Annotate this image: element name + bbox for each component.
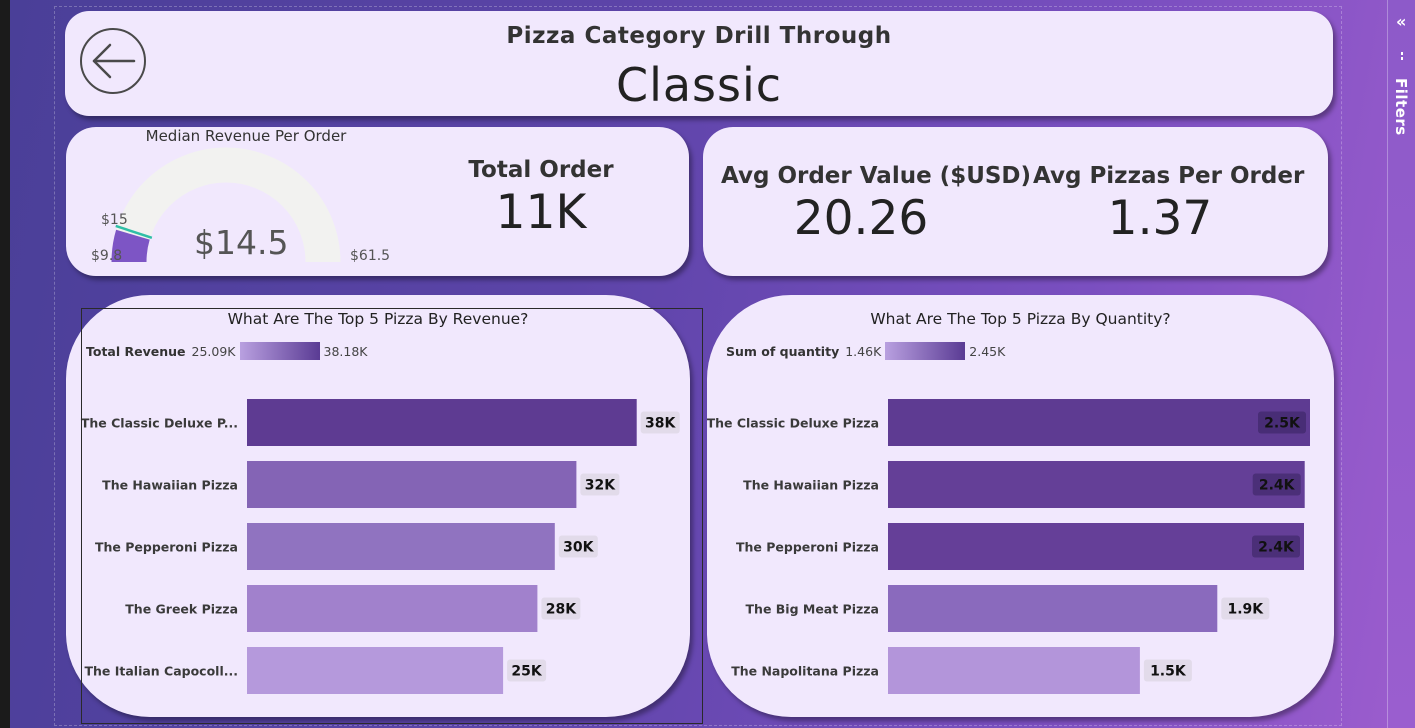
page-title: Classic [615,58,783,112]
kpi-avg-order-value-value: 20.26 [793,191,929,246]
filters-label[interactable]: Filters [1392,78,1410,136]
header-card: Pizza Category Drill Through Classic [65,11,1333,116]
data-label: 32K [585,478,616,494]
data-label: 25K [511,664,542,680]
quantity-bar-chart[interactable]: The Classic Deluxe Pizza 2.5K The Hawaiian… [707,295,1334,717]
bar-5[interactable] [888,647,1140,694]
category-label: The Hawaiian Pizza [102,478,238,493]
data-label: 2.5K [1264,416,1301,432]
kpi-avg-pizzas-label: Avg Pizzas Per Order [1033,163,1305,189]
left-edge-strip [0,0,10,728]
kpi-avg-pizzas: Avg Pizzas Per Order 1.37 [1033,163,1305,246]
gauge-target-label: $15 [101,212,128,228]
data-label: 38K [645,416,676,432]
bar-4[interactable] [247,585,538,632]
kpi-total-order-value: 11K [495,185,587,240]
bar-4[interactable] [888,585,1218,632]
data-label: 30K [563,540,594,556]
data-label: 1.9K [1227,602,1264,618]
bar-1[interactable] [888,399,1310,446]
category-label: The Big Meat Pizza [746,602,879,617]
data-label: 2.4K [1258,540,1295,556]
gauge-min-label: $9.8 [91,248,123,264]
gauge-value: $14.5 [194,223,289,262]
data-label: 2.4K [1259,478,1296,494]
filters-pane[interactable]: « Filters [1387,0,1415,728]
bar-2[interactable] [247,461,577,508]
category-label: The Pepperoni Pizza [95,540,238,555]
category-label: The Italian Capocoll... [84,664,238,679]
kpi-total-order-label: Total Order [468,157,614,183]
category-label: The Hawaiian Pizza [743,478,879,493]
data-label: 1.5K [1150,664,1187,680]
bar-2[interactable] [888,461,1305,508]
bar-3[interactable] [247,523,555,570]
kpi-avg-order-value-label: Avg Order Value ($USD) [721,163,1032,189]
gauge-max-label: $61.5 [350,248,391,264]
bar-3[interactable] [888,523,1304,570]
kpi-avg-order-value: Avg Order Value ($USD) 20.26 [721,163,1032,246]
category-label: The Greek Pizza [125,602,238,617]
bar-1[interactable] [247,399,637,446]
chevron-double-left-icon[interactable]: « [1396,14,1406,30]
category-label: The Classic Deluxe P... [81,416,238,431]
category-label: The Classic Deluxe Pizza [707,416,879,431]
kpi-card-averages: Avg Order Value ($USD) 20.26 Avg Pizzas … [703,127,1328,276]
report-canvas: Pizza Category Drill Through Classic Med… [10,0,1387,728]
gauge-fill [111,229,150,263]
category-label: The Pepperoni Pizza [736,540,879,555]
category-label: The Napolitana Pizza [731,664,879,679]
kpi-avg-pizzas-value: 1.37 [1107,191,1213,246]
data-label: 28K [546,602,577,618]
revenue-chart-card[interactable]: What Are The Top 5 Pizza By Revenue? Tot… [66,295,690,717]
quantity-chart-card[interactable]: What Are The Top 5 Pizza By Quantity? Su… [707,295,1334,717]
page-subtitle: Pizza Category Drill Through [506,23,892,49]
kpi-card-gauge-orders: Median Revenue Per Order $15 $9.8 $61.5 … [66,127,689,276]
filter-icon [1397,52,1407,66]
kpi-total-order: Total Order 11K [461,157,621,240]
revenue-bar-chart[interactable]: The Classic Deluxe P... 38K The Hawaiian P… [66,295,690,717]
bar-5[interactable] [247,647,504,694]
